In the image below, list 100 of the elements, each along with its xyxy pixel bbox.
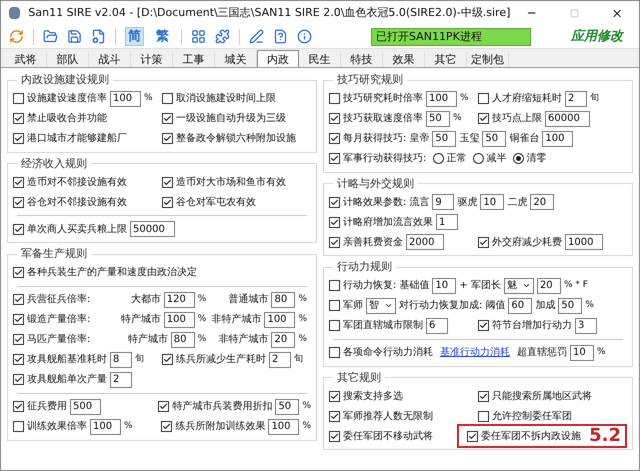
checkbox[interactable] [13,401,24,412]
number-field[interactable]: 20 [536,278,561,294]
radio-button[interactable] [473,153,484,164]
number-field[interactable]: 500 [70,398,101,414]
tab[interactable]: 武将 [5,52,47,67]
number-field[interactable]: 20 [271,332,296,348]
number-field[interactable]: 1 [436,214,458,230]
pen-icon[interactable] [249,29,264,44]
tab[interactable]: 工事 [173,52,215,67]
radio-button[interactable] [433,153,444,164]
checkbox[interactable] [329,133,340,144]
checkbox[interactable] [478,410,489,422]
tab[interactable]: 民生 [299,52,341,67]
number-field[interactable]: 100 [264,312,296,328]
number-field[interactable]: 60 [508,298,532,314]
checkbox[interactable] [478,93,489,104]
checkbox[interactable] [13,374,24,385]
dropdown[interactable]: 魅 [504,278,534,294]
checkbox[interactable] [13,133,24,144]
checkbox[interactable] [13,421,24,432]
tab[interactable]: 效果 [383,52,425,67]
checkbox[interactable] [329,430,340,442]
number-field[interactable]: 100 [268,418,300,434]
number-field[interactable]: 100 [90,418,121,434]
checkbox[interactable] [478,113,489,124]
number-field[interactable]: 80 [271,292,296,308]
checkbox[interactable] [158,401,170,412]
settings-icon[interactable] [91,29,106,44]
link[interactable]: 基准行动力消耗 [440,345,510,360]
checkbox[interactable] [329,300,340,311]
checkbox[interactable] [13,294,24,305]
tab[interactable]: 内政 [257,50,299,67]
tab[interactable]: 特技 [341,52,383,67]
dropdown[interactable]: 智 [366,298,396,314]
number-field[interactable]: 6 [426,318,448,334]
checkbox[interactable] [329,236,340,248]
tab[interactable]: 部队 [47,52,89,67]
checkbox[interactable] [13,314,24,325]
help-icon[interactable] [273,29,288,44]
folder-icon[interactable] [43,29,58,44]
number-field[interactable]: 20 [530,194,554,210]
checkbox[interactable] [329,280,340,291]
checkbox[interactable] [329,320,340,331]
language-button[interactable]: 繁 [153,27,172,46]
number-field[interactable]: 9 [432,194,454,210]
number-field[interactable]: 50 [482,130,506,146]
checkbox[interactable] [162,176,173,188]
save-icon[interactable] [67,29,82,44]
checkbox[interactable] [329,390,340,402]
language-button[interactable]: 简 [125,27,144,46]
number-field[interactable]: 10 [570,344,594,360]
number-field[interactable]: 50 [432,130,456,146]
checkbox[interactable] [13,93,24,104]
checkbox[interactable] [13,196,24,208]
number-field[interactable]: 8 [110,352,132,368]
checkbox[interactable] [161,421,172,432]
tab[interactable]: 定制包 [467,52,509,67]
checkbox[interactable] [162,354,173,365]
number-field[interactable]: 80 [170,332,195,348]
number-field[interactable]: 2 [110,372,132,388]
checkbox[interactable] [162,133,173,144]
number-field[interactable]: 100 [426,90,457,106]
tab[interactable]: 其它 [425,52,467,67]
checkbox[interactable] [329,113,340,124]
number-field[interactable]: 50000 [130,221,175,237]
checkbox[interactable] [478,236,489,248]
number-field[interactable]: 120 [164,292,195,308]
checkbox[interactable] [329,347,340,358]
number-field[interactable]: 2 [269,352,291,368]
checkbox[interactable] [329,153,340,164]
number-field[interactable]: 2000 [406,234,444,250]
number-field[interactable]: 10 [432,278,456,294]
checkbox[interactable] [467,430,478,442]
checkbox[interactable] [478,390,489,402]
checkbox[interactable] [13,176,24,188]
grid-icon[interactable] [191,29,206,44]
checkbox[interactable] [13,113,24,124]
info-icon[interactable] [297,29,312,44]
checkbox[interactable] [329,196,340,208]
checkbox[interactable] [162,113,173,124]
refresh-icon[interactable] [9,29,24,44]
tab[interactable]: 战斗 [89,52,131,67]
number-field[interactable]: 50 [558,298,582,314]
checkbox[interactable] [478,320,489,331]
checkbox[interactable] [329,93,340,104]
radio-button[interactable] [513,153,524,164]
checkbox[interactable] [13,224,24,234]
checkbox[interactable] [329,216,340,228]
number-field[interactable]: 10 [480,194,504,210]
number-field[interactable]: 2 [565,90,587,106]
checkbox[interactable] [162,93,173,104]
number-field[interactable]: 50 [275,398,300,414]
checkbox[interactable] [13,354,24,365]
number-field[interactable]: 3 [575,318,597,334]
number-field[interactable]: 60000 [545,110,590,126]
number-field[interactable]: 100 [542,130,574,146]
number-field[interactable]: 1000 [565,234,603,250]
checkbox[interactable] [13,267,24,278]
apply-button[interactable]: 应用修改 [571,26,623,46]
puzzle-icon[interactable] [215,29,230,44]
